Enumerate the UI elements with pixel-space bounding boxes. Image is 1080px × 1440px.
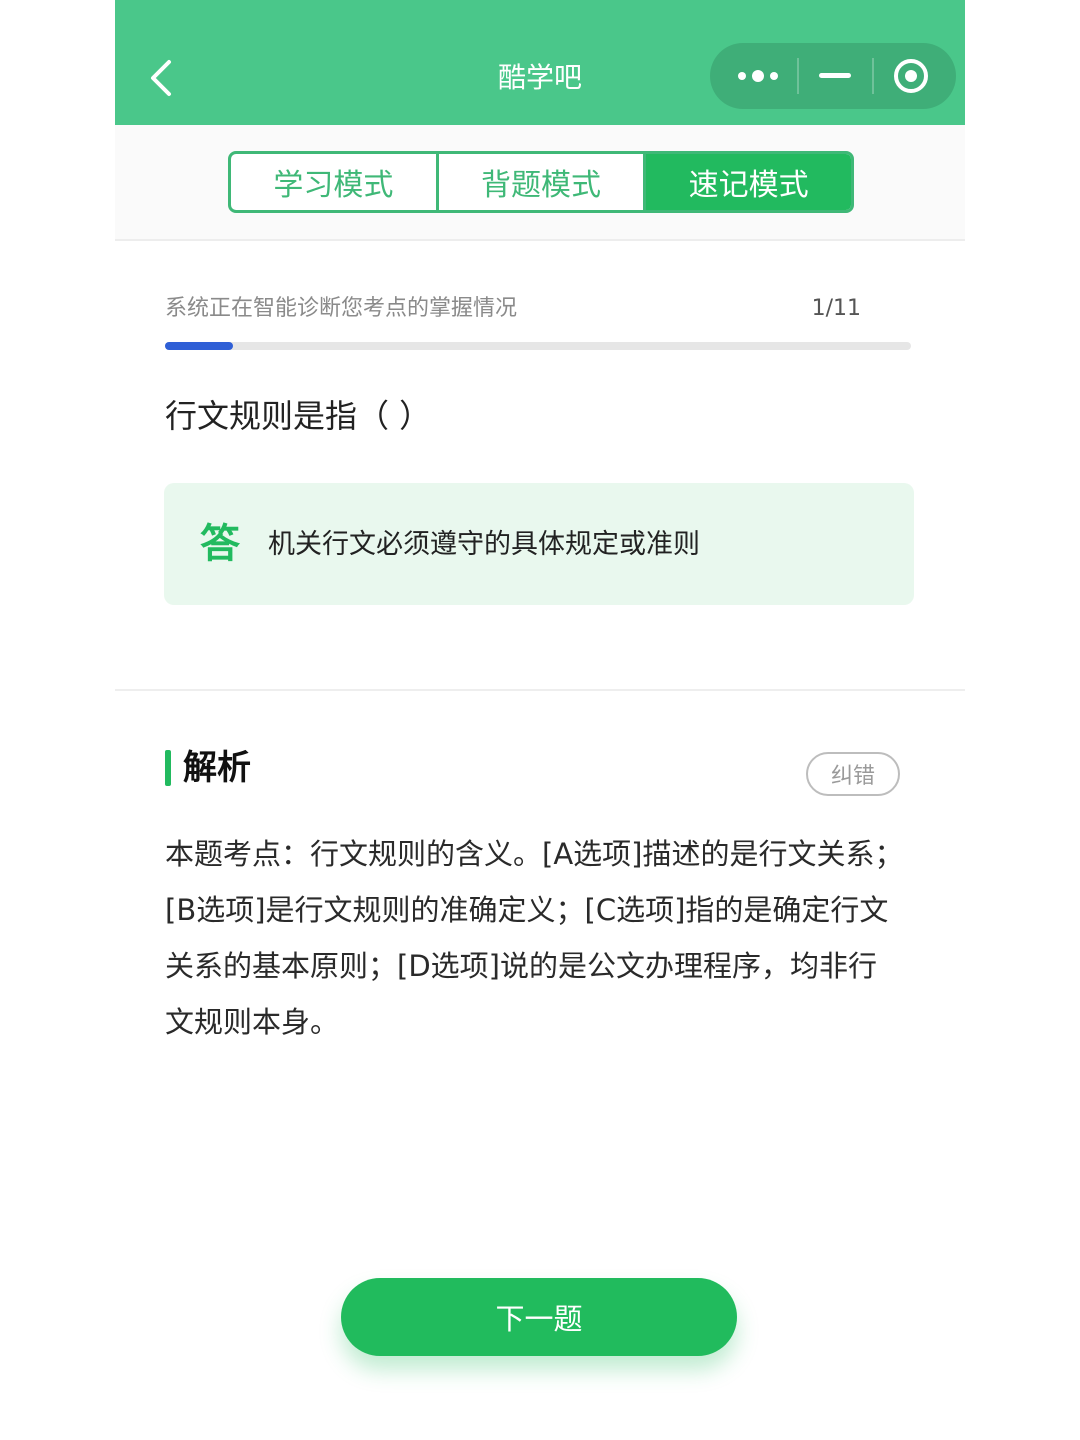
- tab-study-mode[interactable]: 学习模式: [231, 154, 436, 210]
- app-screen: 酷学吧 学习模式 背题模式 速记模式 系统正在智能诊断您考点的掌握情况 1/11…: [115, 0, 965, 1440]
- capsule-divider: [797, 58, 799, 94]
- tab-quick-memo-mode[interactable]: 速记模式: [643, 154, 851, 210]
- analysis-title-accent: [165, 750, 171, 786]
- minimize-button[interactable]: [800, 43, 870, 109]
- more-dots-icon: [737, 70, 778, 82]
- close-button[interactable]: [876, 43, 946, 109]
- question-counter: 1/11: [811, 296, 861, 321]
- question-text: 行文规则是指（ ）: [165, 397, 432, 435]
- mode-tabs: 学习模式 背题模式 速记模式: [228, 151, 854, 213]
- answer-mark: 答: [200, 521, 240, 567]
- answer-box: 答 机关行文必须遵守的具体规定或准则: [164, 483, 914, 605]
- next-question-button[interactable]: 下一题: [341, 1278, 737, 1356]
- capsule-divider: [872, 58, 874, 94]
- more-button[interactable]: [720, 43, 795, 109]
- answer-text: 机关行文必须遵守的具体规定或准则: [268, 529, 700, 560]
- progress-fill: [165, 342, 233, 350]
- target-circle-icon: [894, 59, 928, 93]
- mini-program-capsule: [710, 43, 956, 109]
- minus-icon: [819, 73, 851, 78]
- section-divider: [115, 689, 965, 691]
- analysis-title: 解析: [183, 748, 251, 788]
- tab-recite-mode[interactable]: 背题模式: [435, 154, 644, 210]
- analysis-body: 本题考点：行文规则的含义。[A选项]描述的是行文关系；[B选项]是行文规则的准确…: [165, 837, 904, 1039]
- progress-track: [165, 342, 911, 350]
- report-error-button[interactable]: 纠错: [806, 752, 900, 796]
- diagnosis-status-text: 系统正在智能诊断您考点的掌握情况: [165, 296, 518, 321]
- mode-tabs-area: 学习模式 背题模式 速记模式: [115, 125, 965, 241]
- top-bar: 酷学吧: [115, 0, 965, 125]
